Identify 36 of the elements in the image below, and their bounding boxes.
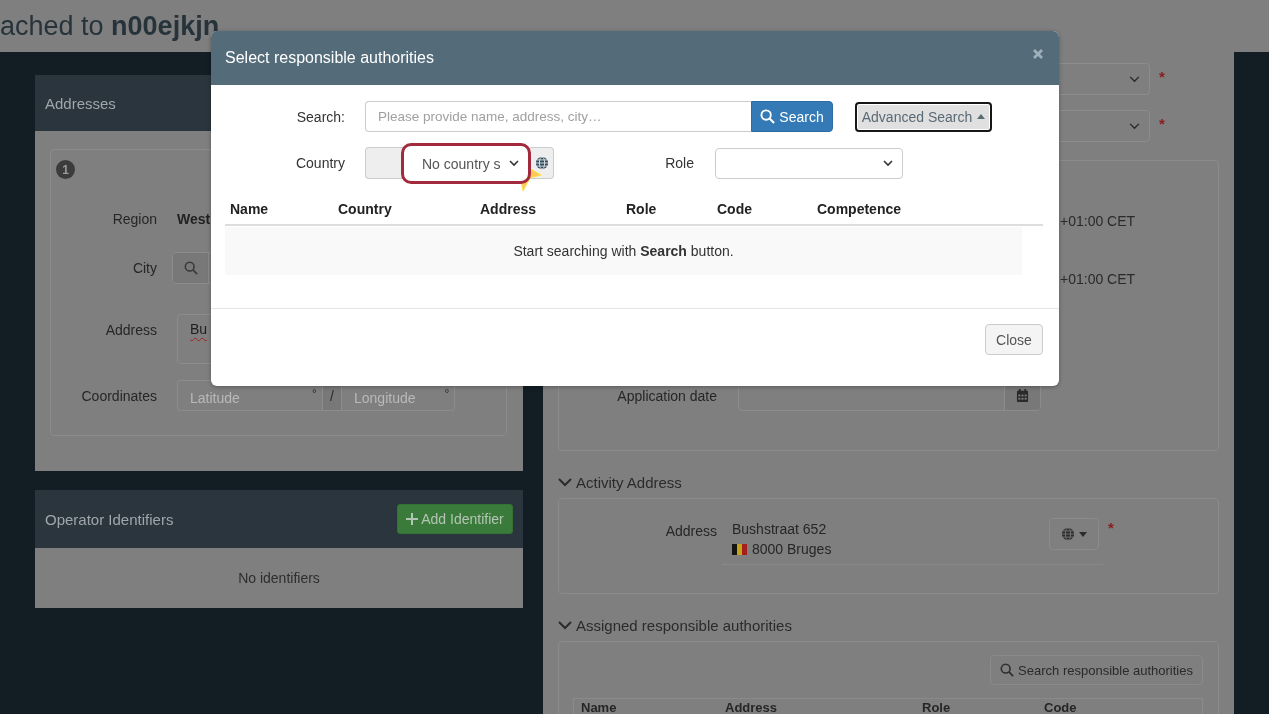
section-heading: Activity Address bbox=[576, 473, 682, 491]
column-header: Name bbox=[229, 200, 270, 217]
column-header: Address bbox=[479, 200, 538, 217]
field-label: Country bbox=[294, 155, 345, 171]
column-header: Name bbox=[581, 701, 618, 714]
column-header: Role bbox=[625, 200, 658, 217]
section-heading: Assigned responsible authorities bbox=[576, 616, 792, 634]
field-label: Address bbox=[104, 321, 157, 338]
field-label: Role bbox=[664, 155, 694, 171]
field-label: Coordinates bbox=[80, 387, 157, 404]
timezone-text: +01:00 CET bbox=[1060, 271, 1136, 287]
column-header: Country bbox=[337, 200, 393, 217]
column-header: Role bbox=[922, 701, 952, 714]
timezone-text: +01:00 CET bbox=[1060, 213, 1136, 229]
street-text: Bushstraat 652 bbox=[732, 520, 828, 539]
city-text: 8000 Bruges bbox=[752, 541, 832, 557]
column-header: Address bbox=[725, 701, 779, 714]
required-mark: * bbox=[1159, 69, 1165, 85]
column-header: Code bbox=[1044, 701, 1077, 714]
modal-title: Select responsible authorities bbox=[225, 48, 434, 68]
field-label: City bbox=[131, 260, 157, 276]
empty-message: No identifiers bbox=[238, 570, 320, 586]
panel-title: Operator Identifiers bbox=[45, 510, 174, 528]
field-label: Search: bbox=[295, 108, 345, 125]
page-title: ached to n00ejkjn bbox=[0, 10, 220, 43]
field-label: Region bbox=[111, 211, 157, 227]
field-value: West bbox=[177, 211, 211, 227]
panel-title: Addresses bbox=[45, 94, 116, 112]
column-header: Competence bbox=[816, 200, 902, 217]
required-mark: * bbox=[1108, 520, 1114, 536]
column-header: Code bbox=[716, 200, 753, 217]
field-label: Application date bbox=[616, 387, 717, 404]
required-mark: * bbox=[1159, 116, 1165, 132]
number-badge: 1 bbox=[56, 160, 75, 179]
empty-message: Start searching with Search button. bbox=[513, 243, 734, 259]
field-label: Address bbox=[664, 522, 717, 541]
